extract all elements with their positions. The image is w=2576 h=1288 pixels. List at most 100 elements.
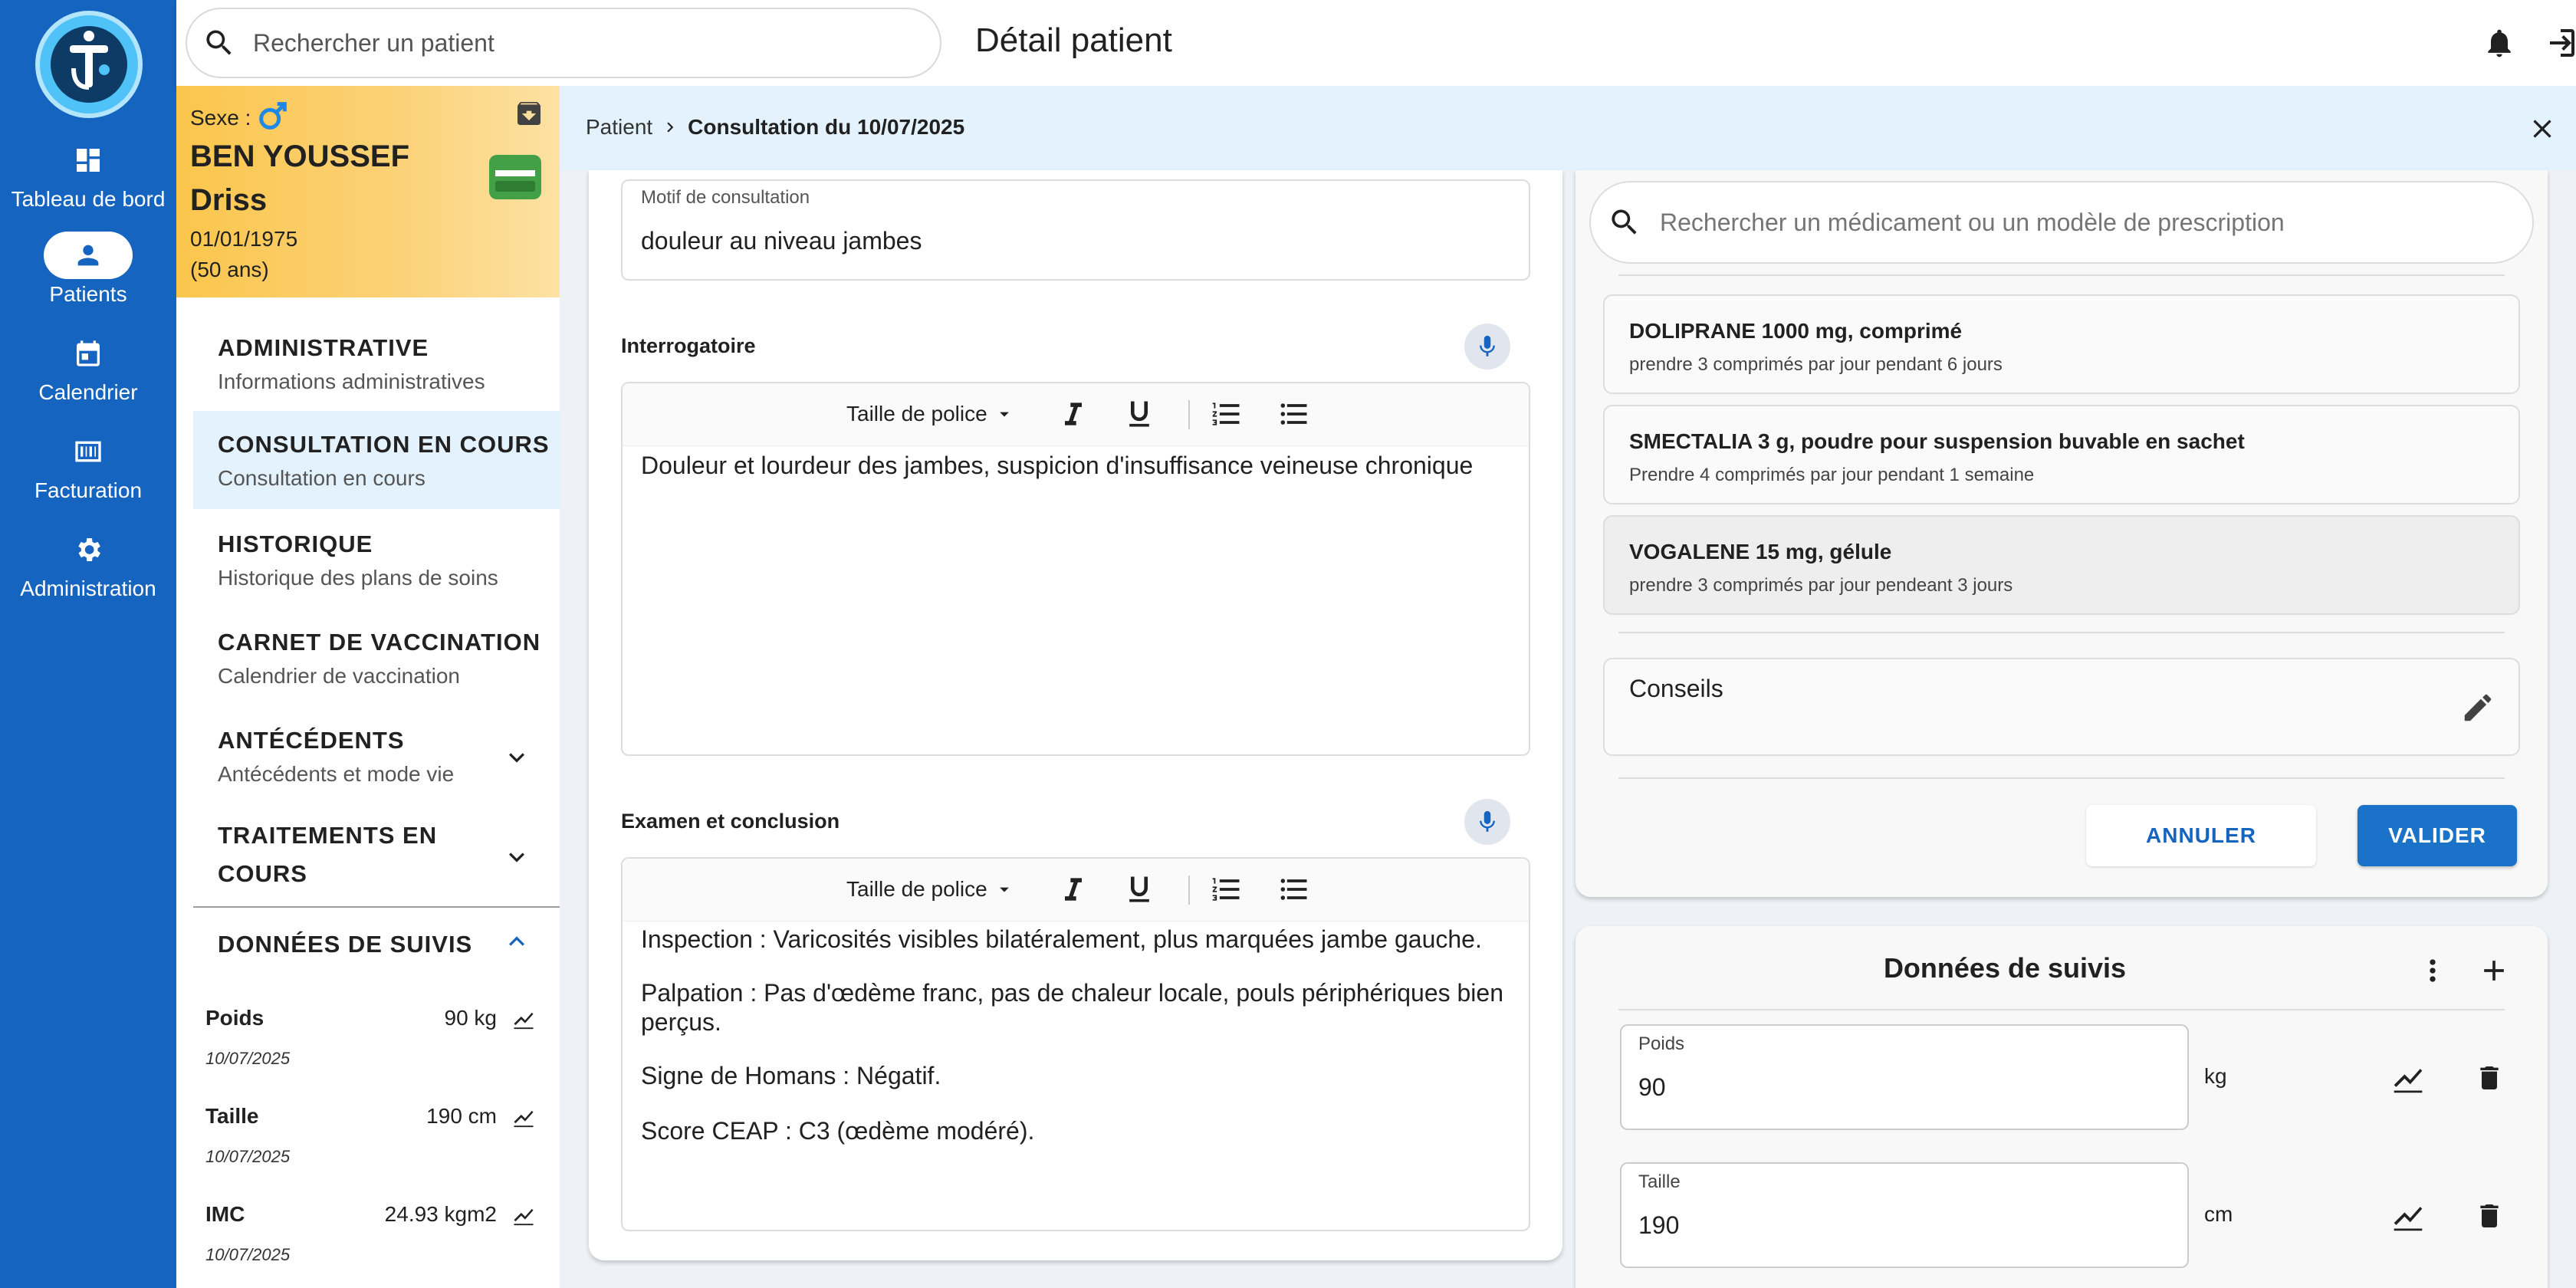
more-vert-icon[interactable] <box>2416 954 2450 987</box>
medication-name: SMECTALIA 3 g, poudre pour suspension bu… <box>1629 429 2245 453</box>
chart-icon[interactable] <box>512 1106 535 1129</box>
suivi-value[interactable]: 190 <box>1638 1211 2170 1240</box>
bullet-list-icon[interactable] <box>1277 397 1311 431</box>
examen-editor[interactable]: Taille de police Inspection : Varicosité… <box>621 857 1530 1231</box>
underline-icon[interactable] <box>1122 397 1156 431</box>
examen-line: Palpation : Pas d'œdème franc, pas de ch… <box>641 979 1503 1036</box>
chevron-down-icon[interactable] <box>501 742 532 773</box>
prescription-item[interactable]: DOLIPRANE 1000 mg, comprimé prendre 3 co… <box>1603 294 2520 394</box>
vital-value: 190 cm <box>426 1104 497 1128</box>
insurance-card-icon[interactable] <box>488 153 543 201</box>
font-size-select[interactable]: Taille de police <box>846 402 1015 426</box>
font-size-select[interactable]: Taille de police <box>846 877 1015 902</box>
vital-imc: IMC 24.93 kgm2 10/07/2025 <box>205 1202 535 1286</box>
nav-item-patients[interactable]: Patients <box>0 232 176 307</box>
interrogatoire-label: Interrogatoire <box>621 334 756 357</box>
vital-label: Poids <box>205 1006 264 1030</box>
menu-item-traitements[interactable]: TRAITEMENTS EN COURS <box>193 822 560 906</box>
medication-search-input[interactable] <box>1660 208 2488 237</box>
menu-subtitle: Calendrier de vaccination <box>218 664 460 688</box>
bullet-list-icon[interactable] <box>1277 872 1311 906</box>
interrogatoire-text[interactable]: Douleur et lourdeur des jambes, suspicio… <box>641 451 1515 480</box>
patient-search-input[interactable] <box>253 28 882 58</box>
examen-line: Score CEAP : C3 (œdème modéré). <box>641 1117 1035 1145</box>
separator <box>1618 777 2505 779</box>
menu-subtitle: Informations administratives <box>218 370 485 393</box>
consultation-form: Motif de consultation douleur au niveau … <box>589 170 1562 1260</box>
edit-pencil-icon[interactable] <box>2460 690 2496 725</box>
vital-poids: Poids 90 kg 10/07/2025 <box>205 1006 535 1090</box>
chart-icon[interactable] <box>512 1204 535 1227</box>
menu-title: ADMINISTRATIVE <box>218 334 429 361</box>
conseils-field[interactable]: Conseils <box>1603 658 2520 756</box>
caret-down-icon <box>999 887 1009 892</box>
ordered-list-icon[interactable] <box>1210 872 1244 906</box>
motif-value[interactable]: douleur au niveau jambes <box>641 227 922 255</box>
menu-title: HISTORIQUE <box>218 531 373 557</box>
medical-logo-icon <box>51 26 127 103</box>
nav-item-administration[interactable]: Administration <box>0 526 176 601</box>
breadcrumb: Patient Consultation du 10/07/2025 <box>560 86 2576 170</box>
examen-text[interactable]: Inspection : Varicosités visibles bilaté… <box>641 925 1515 1145</box>
toolbar-divider <box>1188 876 1190 905</box>
validate-button[interactable]: VALIDER <box>2358 805 2517 866</box>
examen-line: Inspection : Varicosités visibles bilaté… <box>641 925 1482 953</box>
menu-subtitle: Historique des plans de soins <box>218 566 498 590</box>
separator <box>1618 274 2505 276</box>
menu-item-vaccination[interactable]: CARNET DE VACCINATION Calendrier de vacc… <box>193 629 560 713</box>
italic-icon[interactable] <box>1056 397 1090 431</box>
chart-icon[interactable] <box>512 1007 535 1030</box>
suivi-unit: cm <box>2204 1202 2233 1226</box>
italic-icon[interactable] <box>1056 872 1090 906</box>
nav-rail: Tableau de bord Patients Calendrier Fact… <box>0 0 176 1288</box>
logout-icon[interactable] <box>2542 25 2576 61</box>
patient-card: Sexe : BEN YOUSSEF Driss 01/01/1975 (50 … <box>176 86 560 297</box>
cancel-button[interactable]: ANNULER <box>2086 805 2316 866</box>
delete-icon[interactable] <box>2474 1201 2505 1231</box>
interrogatoire-editor[interactable]: Taille de police Douleur et lourdeur des… <box>621 382 1530 756</box>
nav-item-dashboard[interactable]: Tableau de bord <box>0 136 176 212</box>
vital-date: 10/07/2025 <box>205 1049 291 1068</box>
chevron-down-icon[interactable] <box>501 842 532 872</box>
bell-icon[interactable] <box>2482 26 2516 60</box>
chevron-up-icon[interactable] <box>501 926 532 957</box>
close-icon[interactable] <box>2527 113 2558 144</box>
chart-icon[interactable] <box>2391 1199 2425 1233</box>
mic-button[interactable] <box>1464 324 1510 370</box>
add-icon[interactable] <box>2477 954 2511 987</box>
underline-icon[interactable] <box>1122 872 1156 906</box>
archive-icon[interactable] <box>514 98 544 129</box>
medication-posology: prendre 3 comprimés par jour pendant 6 j… <box>1629 354 2003 375</box>
menu-item-administrative[interactable]: ADMINISTRATIVE Informations administrati… <box>193 334 560 419</box>
editor-toolbar: Taille de police <box>623 383 1529 446</box>
suivi-value[interactable]: 90 <box>1638 1073 2170 1102</box>
delete-icon[interactable] <box>2474 1063 2505 1093</box>
medication-posology: Prendre 4 comprimés par jour pendant 1 s… <box>1629 465 2035 485</box>
app-logo[interactable] <box>35 11 143 118</box>
nav-label: Administration <box>20 577 156 600</box>
suivi-poids-input[interactable]: Poids 90 <box>1620 1024 2189 1130</box>
medication-search[interactable] <box>1589 181 2534 264</box>
vital-date: 10/07/2025 <box>205 1245 291 1264</box>
motif-field[interactable]: Motif de consultation douleur au niveau … <box>621 179 1530 281</box>
nav-item-billing[interactable]: Facturation <box>0 428 176 503</box>
menu-item-consultation[interactable]: CONSULTATION EN COURS Consultation en co… <box>193 411 560 509</box>
mic-button[interactable] <box>1464 799 1510 845</box>
patient-search[interactable] <box>186 8 941 78</box>
suivi-taille-input[interactable]: Taille 190 <box>1620 1162 2189 1268</box>
menu-item-antecedents[interactable]: ANTÉCÉDENTS Antécédents et mode vie <box>193 727 560 811</box>
patient-side-menu: ADMINISTRATIVE Informations administrati… <box>176 297 560 1288</box>
ordered-list-icon[interactable] <box>1210 397 1244 431</box>
sex-label: Sexe : <box>190 106 251 130</box>
prescription-card: DOLIPRANE 1000 mg, comprimé prendre 3 co… <box>1576 170 2548 897</box>
prescription-item[interactable]: VOGALENE 15 mg, gélule prendre 3 comprim… <box>1603 515 2520 615</box>
nav-item-calendar[interactable]: Calendrier <box>0 330 176 405</box>
menu-item-historique[interactable]: HISTORIQUE Historique des plans de soins <box>193 531 560 615</box>
examen-label: Examen et conclusion <box>621 810 840 833</box>
chart-icon[interactable] <box>2391 1061 2425 1095</box>
examen-line: Signe de Homans : Négatif. <box>641 1062 941 1089</box>
menu-item-donnees-suivis[interactable]: DONNÉES DE SUIVIS <box>193 931 560 984</box>
breadcrumb-root[interactable]: Patient <box>586 115 652 140</box>
prescription-item[interactable]: SMECTALIA 3 g, poudre pour suspension bu… <box>1603 405 2520 504</box>
patient-birthdate: 01/01/1975 <box>190 227 298 251</box>
